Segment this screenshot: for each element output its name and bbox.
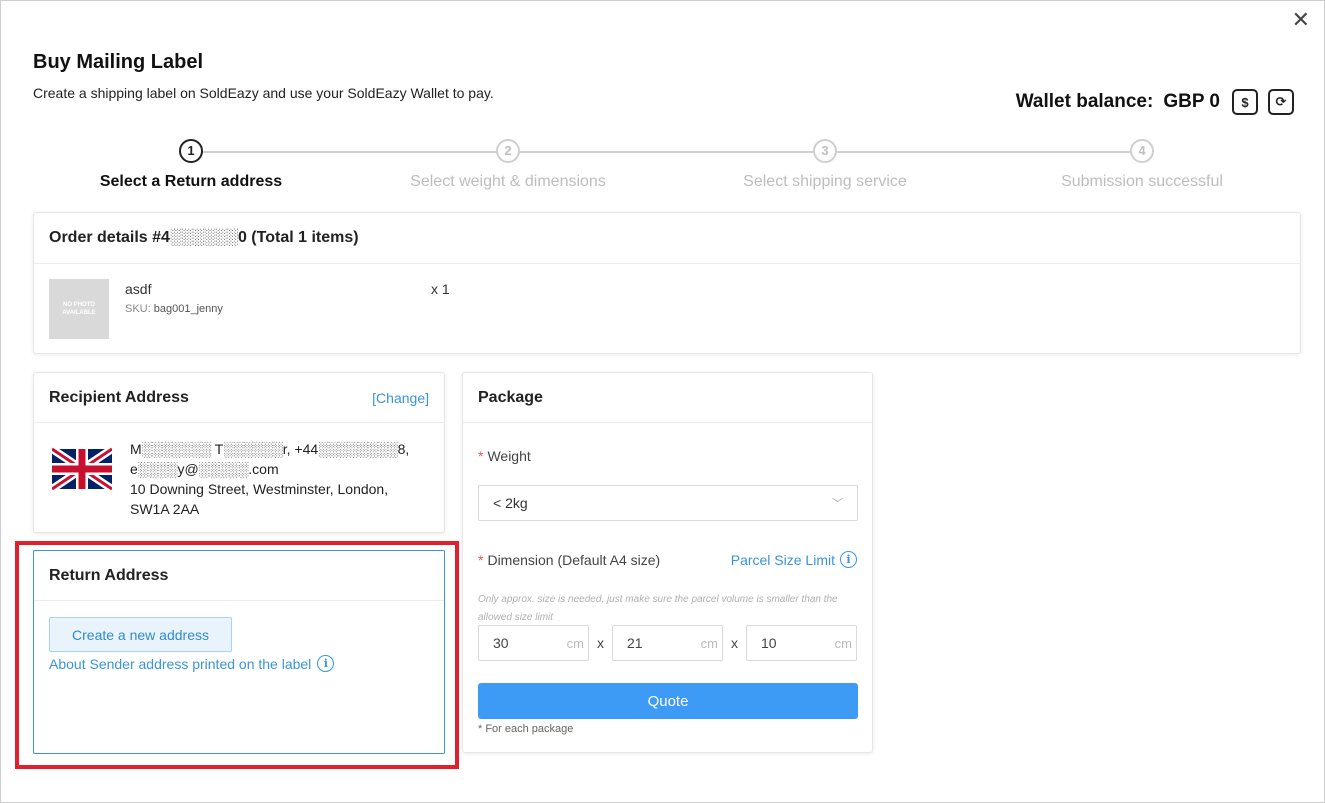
wallet-balance: Wallet balance: GBP 0 $ ⟳ <box>1016 89 1294 115</box>
item-sku: SKU: bag001_jenny <box>125 303 223 315</box>
dimension-label: * Dimension (Default A4 size) <box>478 552 660 568</box>
order-details-card: Order details #4░░░░░░0 (Total 1 items) … <box>33 212 1301 354</box>
return-address-card: Return Address Create a new address Abou… <box>33 550 445 754</box>
weight-value: < 2kg <box>493 495 528 511</box>
close-icon[interactable]: ✕ <box>1292 9 1310 31</box>
height-value: 10 <box>761 635 777 651</box>
recipient-header: Recipient Address [Change] <box>34 373 444 423</box>
times-sign: x <box>597 635 604 651</box>
order-title: Order details #4░░░░░░0 (Total 1 items) <box>49 229 359 246</box>
recipient-postcode: SW1A 2AA <box>130 501 200 517</box>
length-value: 30 <box>493 635 509 651</box>
return-title: Return Address <box>49 566 169 584</box>
required-mark: * <box>478 448 484 464</box>
recipient-title: Recipient Address <box>49 388 189 406</box>
wallet-value: GBP 0 <box>1163 91 1220 112</box>
stepper: 1 Select a Return address 2 Select weigh… <box>33 139 1301 199</box>
step-2: 2 Select weight & dimensions <box>358 139 658 191</box>
parcel-size-limit-link[interactable]: Parcel Size Limit <box>731 552 835 568</box>
wallet-label: Wallet balance: <box>1015 91 1154 112</box>
step-number: 4 <box>1130 139 1154 163</box>
about-sender-address[interactable]: About Sender address printed on the labe… <box>49 655 335 672</box>
weight-label: * Weight <box>478 448 531 464</box>
item-quantity: x 1 <box>431 281 450 297</box>
required-mark: * <box>478 552 484 568</box>
length-input[interactable]: 30 cm <box>478 625 589 661</box>
refresh-wallet-icon[interactable]: ⟳ <box>1268 89 1294 115</box>
change-recipient-link[interactable]: [Change] <box>372 390 429 406</box>
weight-select[interactable]: < 2kg ﹀ <box>478 485 858 521</box>
unit-label: cm <box>566 635 584 651</box>
step-number: 2 <box>496 139 520 163</box>
item-name: asdf <box>125 281 152 297</box>
step-label: Select a Return address <box>99 173 283 190</box>
uk-flag-icon <box>52 447 112 491</box>
width-value: 21 <box>627 635 643 651</box>
create-new-address-button[interactable]: Create a new address <box>49 617 232 652</box>
product-photo-placeholder: NO PHOTO AVAILABLE <box>49 279 109 339</box>
unit-label: cm <box>700 635 718 651</box>
topup-wallet-icon[interactable]: $ <box>1232 89 1258 115</box>
step-3: 3 Select shipping service <box>675 139 975 191</box>
package-header: Package <box>463 373 872 423</box>
quote-button[interactable]: Quote <box>478 683 858 719</box>
weight-label-text: Weight <box>487 448 531 464</box>
recipient-address: M░░░░░░░ T░░░░░░r, +44░░░░░░░░8, e░░░░y@… <box>130 439 430 519</box>
step-label: Select weight & dimensions <box>410 173 606 190</box>
buy-mailing-label-modal: ✕ Buy Mailing Label Create a shipping la… <box>0 0 1325 803</box>
width-input[interactable]: 21 cm <box>612 625 723 661</box>
return-header: Return Address <box>34 551 444 601</box>
about-sender-link[interactable]: About Sender address printed on the labe… <box>49 656 311 672</box>
info-icon[interactable]: i <box>840 551 857 568</box>
dimension-inputs: 30 cm x 21 cm x 10 cm <box>478 625 858 661</box>
package-title: Package <box>478 388 543 406</box>
parcel-size-limit[interactable]: Parcel Size Limit i <box>731 551 857 568</box>
step-label: Select shipping service <box>743 173 907 190</box>
dimension-hint: Only approx. size is needed, just make s… <box>478 594 838 623</box>
chevron-down-icon: ﹀ <box>832 498 843 510</box>
step-1: 1 Select a Return address <box>41 139 341 191</box>
order-header: Order details #4░░░░░░0 (Total 1 items) <box>34 213 1300 264</box>
package-note: * For each package <box>478 723 574 735</box>
height-input[interactable]: 10 cm <box>746 625 857 661</box>
step-label: Submission successful <box>1061 173 1223 190</box>
unit-label: cm <box>834 635 852 651</box>
sku-label: SKU: <box>125 303 151 315</box>
modal-title: Buy Mailing Label <box>33 51 204 73</box>
sku-value: bag001_jenny <box>153 303 223 315</box>
info-icon[interactable]: i <box>317 655 335 672</box>
step-number: 1 <box>179 139 203 163</box>
package-card: Package * Weight < 2kg ﹀ * Dimension (Defa… <box>462 372 873 753</box>
recipient-address-card: Recipient Address [Change] M░░░░░░░ T░░░… <box>33 372 445 533</box>
step-4: 4 Submission successful <box>992 139 1292 191</box>
step-number: 3 <box>813 139 837 163</box>
recipient-name-phone: M░░░░░░░ T░░░░░░r, +44░░░░░░░░8, <box>130 441 410 457</box>
modal-subtitle: Create a shipping label on SoldEazy and … <box>33 85 494 101</box>
recipient-email: e░░░░y@░░░░░.com <box>130 461 279 477</box>
dimension-label-text: Dimension (Default A4 size) <box>487 552 661 568</box>
recipient-street: 10 Downing Street, Westminster, London, <box>130 481 389 497</box>
times-sign: x <box>731 635 738 651</box>
